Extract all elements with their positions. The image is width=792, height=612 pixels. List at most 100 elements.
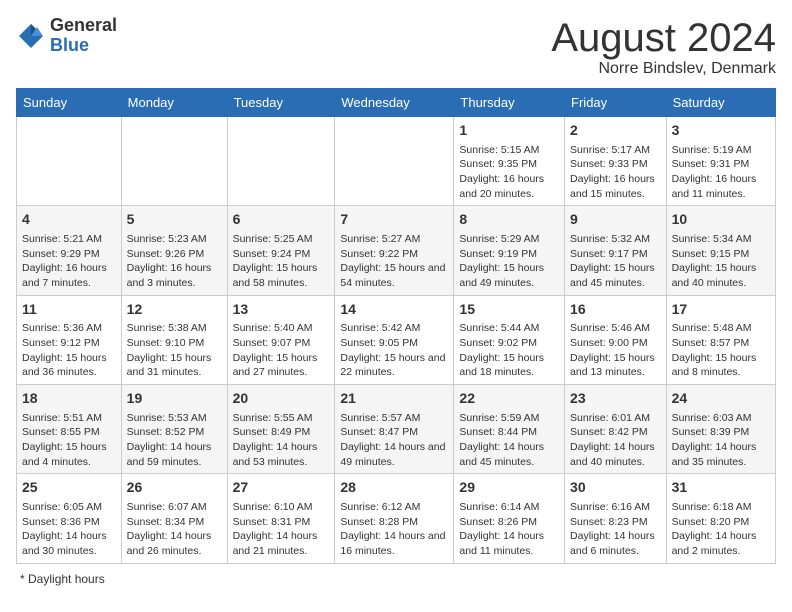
calendar-week-row: 18Sunrise: 5:51 AM Sunset: 8:55 PM Dayli… xyxy=(17,385,776,474)
day-number: 27 xyxy=(233,478,330,498)
day-number: 12 xyxy=(127,300,222,320)
logo: General Blue xyxy=(16,16,117,56)
day-info: Sunrise: 6:07 AM Sunset: 8:34 PM Dayligh… xyxy=(127,500,222,559)
calendar-cell: 3Sunrise: 5:19 AM Sunset: 9:31 PM Daylig… xyxy=(666,117,775,206)
day-info: Sunrise: 5:57 AM Sunset: 8:47 PM Dayligh… xyxy=(340,411,448,470)
day-of-week-header: Friday xyxy=(565,89,667,117)
day-info: Sunrise: 6:05 AM Sunset: 8:36 PM Dayligh… xyxy=(22,500,116,559)
day-of-week-header: Saturday xyxy=(666,89,775,117)
day-info: Sunrise: 5:23 AM Sunset: 9:26 PM Dayligh… xyxy=(127,232,222,291)
calendar-cell: 2Sunrise: 5:17 AM Sunset: 9:33 PM Daylig… xyxy=(565,117,667,206)
day-info: Sunrise: 5:48 AM Sunset: 8:57 PM Dayligh… xyxy=(672,321,770,380)
calendar-cell: 29Sunrise: 6:14 AM Sunset: 8:26 PM Dayli… xyxy=(454,474,565,563)
calendar-cell: 6Sunrise: 5:25 AM Sunset: 9:24 PM Daylig… xyxy=(227,206,335,295)
calendar-cell xyxy=(227,117,335,206)
day-of-week-header: Monday xyxy=(121,89,227,117)
day-info: Sunrise: 6:12 AM Sunset: 8:28 PM Dayligh… xyxy=(340,500,448,559)
day-info: Sunrise: 5:32 AM Sunset: 9:17 PM Dayligh… xyxy=(570,232,661,291)
calendar-cell: 18Sunrise: 5:51 AM Sunset: 8:55 PM Dayli… xyxy=(17,385,122,474)
calendar-week-row: 1Sunrise: 5:15 AM Sunset: 9:35 PM Daylig… xyxy=(17,117,776,206)
day-info: Sunrise: 5:51 AM Sunset: 8:55 PM Dayligh… xyxy=(22,411,116,470)
calendar-cell: 7Sunrise: 5:27 AM Sunset: 9:22 PM Daylig… xyxy=(335,206,454,295)
calendar-table: SundayMondayTuesdayWednesdayThursdayFrid… xyxy=(16,88,776,564)
day-number: 31 xyxy=(672,478,770,498)
day-info: Sunrise: 6:01 AM Sunset: 8:42 PM Dayligh… xyxy=(570,411,661,470)
day-number: 10 xyxy=(672,210,770,230)
day-info: Sunrise: 5:53 AM Sunset: 8:52 PM Dayligh… xyxy=(127,411,222,470)
footer-note: * Daylight hours xyxy=(16,572,776,586)
calendar-cell: 28Sunrise: 6:12 AM Sunset: 8:28 PM Dayli… xyxy=(335,474,454,563)
day-info: Sunrise: 6:18 AM Sunset: 8:20 PM Dayligh… xyxy=(672,500,770,559)
calendar-cell: 17Sunrise: 5:48 AM Sunset: 8:57 PM Dayli… xyxy=(666,295,775,384)
day-number: 15 xyxy=(459,300,559,320)
calendar-cell: 4Sunrise: 5:21 AM Sunset: 9:29 PM Daylig… xyxy=(17,206,122,295)
day-number: 2 xyxy=(570,121,661,141)
calendar-cell: 20Sunrise: 5:55 AM Sunset: 8:49 PM Dayli… xyxy=(227,385,335,474)
calendar-cell: 31Sunrise: 6:18 AM Sunset: 8:20 PM Dayli… xyxy=(666,474,775,563)
calendar-cell: 12Sunrise: 5:38 AM Sunset: 9:10 PM Dayli… xyxy=(121,295,227,384)
day-info: Sunrise: 5:55 AM Sunset: 8:49 PM Dayligh… xyxy=(233,411,330,470)
calendar-cell: 14Sunrise: 5:42 AM Sunset: 9:05 PM Dayli… xyxy=(335,295,454,384)
day-info: Sunrise: 5:34 AM Sunset: 9:15 PM Dayligh… xyxy=(672,232,770,291)
calendar-cell: 26Sunrise: 6:07 AM Sunset: 8:34 PM Dayli… xyxy=(121,474,227,563)
day-number: 5 xyxy=(127,210,222,230)
day-info: Sunrise: 5:25 AM Sunset: 9:24 PM Dayligh… xyxy=(233,232,330,291)
day-number: 4 xyxy=(22,210,116,230)
day-number: 16 xyxy=(570,300,661,320)
calendar-cell: 11Sunrise: 5:36 AM Sunset: 9:12 PM Dayli… xyxy=(17,295,122,384)
day-header-row: SundayMondayTuesdayWednesdayThursdayFrid… xyxy=(17,89,776,117)
day-of-week-header: Sunday xyxy=(17,89,122,117)
logo-icon xyxy=(16,21,46,51)
day-number: 22 xyxy=(459,389,559,409)
title-area: August 2024 Norre Bindslev, Denmark xyxy=(551,16,776,78)
day-number: 23 xyxy=(570,389,661,409)
day-of-week-header: Wednesday xyxy=(335,89,454,117)
calendar-cell: 13Sunrise: 5:40 AM Sunset: 9:07 PM Dayli… xyxy=(227,295,335,384)
day-number: 7 xyxy=(340,210,448,230)
day-number: 13 xyxy=(233,300,330,320)
day-number: 9 xyxy=(570,210,661,230)
logo-text: General Blue xyxy=(50,16,117,56)
day-info: Sunrise: 5:29 AM Sunset: 9:19 PM Dayligh… xyxy=(459,232,559,291)
day-number: 24 xyxy=(672,389,770,409)
day-number: 14 xyxy=(340,300,448,320)
day-info: Sunrise: 6:14 AM Sunset: 8:26 PM Dayligh… xyxy=(459,500,559,559)
month-title: August 2024 xyxy=(551,16,776,60)
day-number: 28 xyxy=(340,478,448,498)
day-number: 17 xyxy=(672,300,770,320)
day-info: Sunrise: 5:17 AM Sunset: 9:33 PM Dayligh… xyxy=(570,143,661,202)
day-number: 25 xyxy=(22,478,116,498)
calendar-cell: 27Sunrise: 6:10 AM Sunset: 8:31 PM Dayli… xyxy=(227,474,335,563)
day-info: Sunrise: 5:15 AM Sunset: 9:35 PM Dayligh… xyxy=(459,143,559,202)
calendar-cell: 19Sunrise: 5:53 AM Sunset: 8:52 PM Dayli… xyxy=(121,385,227,474)
day-info: Sunrise: 5:21 AM Sunset: 9:29 PM Dayligh… xyxy=(22,232,116,291)
calendar-week-row: 11Sunrise: 5:36 AM Sunset: 9:12 PM Dayli… xyxy=(17,295,776,384)
day-number: 21 xyxy=(340,389,448,409)
day-number: 6 xyxy=(233,210,330,230)
day-info: Sunrise: 5:38 AM Sunset: 9:10 PM Dayligh… xyxy=(127,321,222,380)
day-number: 11 xyxy=(22,300,116,320)
day-number: 8 xyxy=(459,210,559,230)
day-info: Sunrise: 5:44 AM Sunset: 9:02 PM Dayligh… xyxy=(459,321,559,380)
calendar-cell xyxy=(121,117,227,206)
calendar-cell xyxy=(17,117,122,206)
calendar-cell: 22Sunrise: 5:59 AM Sunset: 8:44 PM Dayli… xyxy=(454,385,565,474)
day-info: Sunrise: 6:03 AM Sunset: 8:39 PM Dayligh… xyxy=(672,411,770,470)
header: General Blue August 2024 Norre Bindslev,… xyxy=(16,16,776,78)
subtitle: Norre Bindslev, Denmark xyxy=(551,60,776,78)
calendar-cell: 5Sunrise: 5:23 AM Sunset: 9:26 PM Daylig… xyxy=(121,206,227,295)
calendar-cell: 16Sunrise: 5:46 AM Sunset: 9:00 PM Dayli… xyxy=(565,295,667,384)
calendar-cell xyxy=(335,117,454,206)
day-info: Sunrise: 6:16 AM Sunset: 8:23 PM Dayligh… xyxy=(570,500,661,559)
day-number: 3 xyxy=(672,121,770,141)
day-info: Sunrise: 5:59 AM Sunset: 8:44 PM Dayligh… xyxy=(459,411,559,470)
calendar-week-row: 25Sunrise: 6:05 AM Sunset: 8:36 PM Dayli… xyxy=(17,474,776,563)
calendar-cell: 10Sunrise: 5:34 AM Sunset: 9:15 PM Dayli… xyxy=(666,206,775,295)
calendar-cell: 24Sunrise: 6:03 AM Sunset: 8:39 PM Dayli… xyxy=(666,385,775,474)
day-info: Sunrise: 6:10 AM Sunset: 8:31 PM Dayligh… xyxy=(233,500,330,559)
calendar-cell: 21Sunrise: 5:57 AM Sunset: 8:47 PM Dayli… xyxy=(335,385,454,474)
day-of-week-header: Tuesday xyxy=(227,89,335,117)
day-number: 18 xyxy=(22,389,116,409)
calendar-cell: 23Sunrise: 6:01 AM Sunset: 8:42 PM Dayli… xyxy=(565,385,667,474)
day-info: Sunrise: 5:40 AM Sunset: 9:07 PM Dayligh… xyxy=(233,321,330,380)
